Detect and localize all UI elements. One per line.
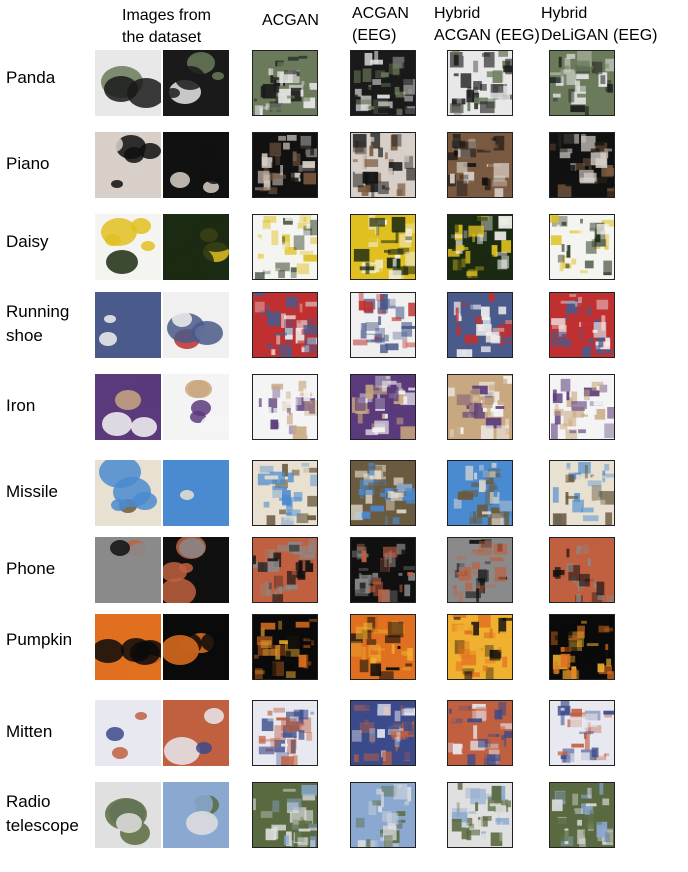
hybrid-acgan-sample	[447, 214, 513, 280]
dataset-image-1	[95, 292, 161, 358]
acgan-sample	[252, 50, 318, 116]
hybrid-acgan-sample	[447, 537, 513, 603]
header-acgan-eeg: ACGAN (EEG)	[352, 5, 409, 44]
acgan-eeg-sample	[350, 132, 416, 198]
dataset-image-2	[163, 782, 229, 848]
acgan-eeg-sample	[350, 50, 416, 116]
hybrid-deligan-sample	[549, 614, 615, 680]
hybrid-acgan-sample	[447, 50, 513, 116]
row-label: Running shoe	[6, 302, 70, 345]
row-label: Daisy	[6, 232, 49, 251]
hybrid-acgan-sample	[447, 614, 513, 680]
hybrid-deligan-sample	[549, 292, 615, 358]
row-label: Iron	[6, 396, 36, 415]
hybrid-deligan-sample	[549, 782, 615, 848]
acgan-eeg-sample	[350, 700, 416, 766]
acgan-eeg-sample	[350, 460, 416, 526]
hybrid-acgan-sample	[447, 374, 513, 440]
acgan-sample	[252, 537, 318, 603]
dataset-image-2	[163, 50, 229, 116]
hybrid-acgan-sample	[447, 700, 513, 766]
dataset-image-1	[95, 214, 161, 280]
hybrid-deligan-sample	[549, 214, 615, 280]
dataset-image-2	[163, 132, 229, 198]
acgan-sample	[252, 614, 318, 680]
hybrid-deligan-sample	[549, 460, 615, 526]
acgan-eeg-sample	[350, 782, 416, 848]
row-label: Phone	[6, 559, 56, 578]
dataset-image-2	[163, 374, 229, 440]
acgan-eeg-sample	[350, 537, 416, 603]
dataset-image-2	[163, 460, 229, 526]
dataset-image-2	[163, 614, 229, 680]
row-label: Pumpkin	[6, 630, 73, 649]
acgan-eeg-sample	[350, 374, 416, 440]
acgan-sample	[252, 214, 318, 280]
hybrid-acgan-sample	[447, 782, 513, 848]
dataset-image-2	[163, 214, 229, 280]
row-label: Piano	[6, 154, 50, 173]
acgan-sample	[252, 374, 318, 440]
acgan-sample	[252, 700, 318, 766]
row-label: Mitten	[6, 722, 53, 741]
dataset-image-1	[95, 132, 161, 198]
hybrid-deligan-sample	[549, 374, 615, 440]
header-hybrid-acgan: Hybrid ACGAN (EEG)	[434, 5, 540, 44]
dataset-image-2	[163, 700, 229, 766]
dataset-image-1	[95, 537, 161, 603]
dataset-image-2	[163, 292, 229, 358]
hybrid-acgan-sample	[447, 132, 513, 198]
header-dataset: Images from the dataset	[122, 7, 211, 46]
acgan-sample	[252, 782, 318, 848]
hybrid-deligan-sample	[549, 537, 615, 603]
acgan-eeg-sample	[350, 614, 416, 680]
acgan-sample	[252, 132, 318, 198]
row-label: Missile	[6, 482, 58, 501]
header-acgan: ACGAN	[262, 12, 319, 29]
dataset-image-1	[95, 50, 161, 116]
header-hybrid-deligan: Hybrid DeLiGAN (EEG)	[541, 5, 658, 44]
hybrid-acgan-sample	[447, 292, 513, 358]
dataset-image-1	[95, 614, 161, 680]
hybrid-acgan-sample	[447, 460, 513, 526]
acgan-eeg-sample	[350, 292, 416, 358]
dataset-image-2	[163, 537, 229, 603]
hybrid-deligan-sample	[549, 132, 615, 198]
row-label: Radio telescope	[6, 792, 79, 835]
dataset-image-1	[95, 374, 161, 440]
acgan-sample	[252, 460, 318, 526]
hybrid-deligan-sample	[549, 700, 615, 766]
dataset-image-1	[95, 700, 161, 766]
row-label: Panda	[6, 68, 56, 87]
dataset-image-1	[95, 460, 161, 526]
acgan-eeg-sample	[350, 214, 416, 280]
hybrid-deligan-sample	[549, 50, 615, 116]
acgan-sample	[252, 292, 318, 358]
dataset-image-1	[95, 782, 161, 848]
